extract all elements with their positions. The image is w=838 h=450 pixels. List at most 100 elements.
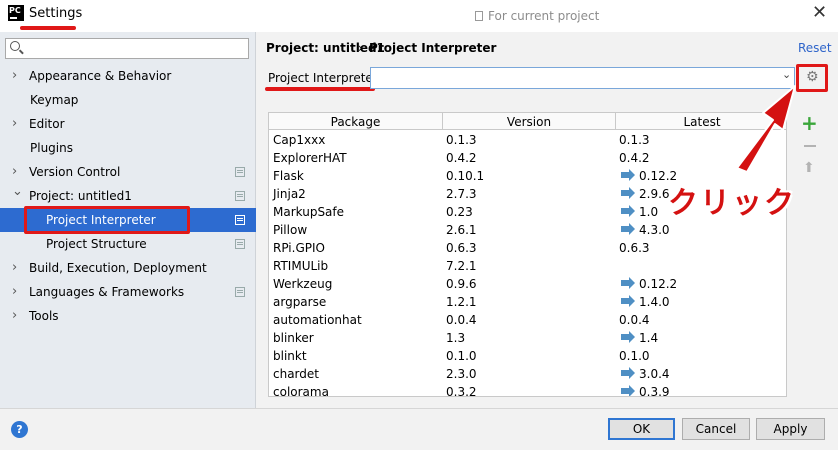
- table-row[interactable]: colorama 0.3.2 0.3.9: [269, 383, 786, 397]
- package-name: Pillow: [273, 223, 308, 237]
- sidebar-item-tools[interactable]: › Tools: [0, 304, 256, 328]
- sidebar-item-label: Languages & Frameworks: [29, 285, 185, 299]
- upgrade-arrow-icon: [621, 295, 635, 307]
- breadcrumb-page: Project Interpreter: [369, 41, 497, 55]
- upgrade-arrow-icon: [621, 277, 635, 289]
- upgrade-arrow-icon: [621, 169, 635, 181]
- cancel-button[interactable]: Cancel: [682, 418, 750, 440]
- annotation-highlight-box: [24, 206, 190, 234]
- table-row[interactable]: argparse 1.2.1 1.4.0: [269, 293, 786, 311]
- ok-button[interactable]: OK: [608, 418, 675, 440]
- table-row[interactable]: Cap1xxx 0.1.3 0.1.3: [269, 131, 786, 149]
- page-icon: [475, 11, 483, 21]
- package-name: Cap1xxx: [273, 133, 326, 147]
- title-highlight-underline: [20, 26, 76, 30]
- chevron-right-icon[interactable]: ›: [12, 256, 17, 280]
- sidebar-item-label: Keymap: [30, 93, 79, 107]
- package-version: 0.3.2: [446, 385, 477, 397]
- upgrade-arrow-icon: [621, 385, 635, 396]
- package-latest: 1.0: [639, 205, 659, 219]
- table-header: Package Version Latest: [269, 113, 786, 130]
- chevron-right-icon[interactable]: ›: [12, 304, 17, 328]
- table-row[interactable]: ExplorerHAT 0.4.2 0.4.2: [269, 149, 786, 167]
- packages-table: Package Version Latest Cap1xxx 0.1.3 0.1…: [268, 112, 787, 397]
- package-name: MarkupSafe: [273, 205, 345, 219]
- package-version: 0.9.6: [446, 277, 477, 291]
- sidebar-item-appearance[interactable]: › Appearance & Behavior: [0, 64, 256, 88]
- package-version: 0.6.3: [446, 241, 477, 255]
- sidebar-item-languages[interactable]: › Languages & Frameworks: [0, 280, 256, 304]
- package-latest: 0.4.2: [619, 151, 650, 165]
- package-version: 0.1.3: [446, 133, 477, 147]
- reset-link[interactable]: Reset: [798, 41, 832, 55]
- annotation-arrow: [736, 85, 796, 173]
- table-row[interactable]: RPi.GPIO 0.6.3 0.6.3: [269, 239, 786, 257]
- breadcrumb-project: Project: untitled1: [266, 41, 385, 55]
- chevron-right-icon[interactable]: ›: [12, 280, 17, 304]
- package-latest: 1.4: [639, 331, 659, 345]
- window-title: Settings: [29, 6, 83, 21]
- package-latest: 0.3.9: [639, 385, 670, 397]
- table-row[interactable]: automationhat 0.0.4 0.0.4: [269, 311, 786, 329]
- label-highlight-underline: [265, 87, 375, 91]
- project-scope-icon: [235, 287, 245, 297]
- package-name: Flask: [273, 169, 304, 183]
- settings-search-input[interactable]: [5, 38, 249, 59]
- package-latest: 4.3.0: [639, 223, 670, 237]
- table-row[interactable]: chardet 2.3.0 3.0.4: [269, 365, 786, 383]
- project-scope-icon: [235, 215, 245, 225]
- remove-package-icon[interactable]: [804, 145, 816, 147]
- sidebar-item-label: Version Control: [29, 165, 121, 179]
- close-icon[interactable]: ✕: [812, 2, 827, 23]
- package-name: argparse: [273, 295, 327, 309]
- upgrade-arrow-icon: [621, 205, 635, 217]
- sidebar-item-label: Project: untitled1: [29, 189, 132, 203]
- upgrade-arrow-icon: [621, 223, 635, 235]
- package-version: 1.2.1: [446, 295, 477, 309]
- apply-button[interactable]: Apply: [756, 418, 825, 440]
- package-name: ExplorerHAT: [273, 151, 347, 165]
- sidebar-item-editor[interactable]: › Editor: [0, 112, 256, 136]
- table-row[interactable]: Pillow 2.6.1 4.3.0: [269, 221, 786, 239]
- package-latest: 1.4.0: [639, 295, 670, 309]
- package-version: 1.3: [446, 331, 466, 345]
- column-header-version[interactable]: Version: [443, 115, 615, 129]
- sidebar-item-label: Editor: [29, 117, 65, 131]
- package-version: 0.0.4: [446, 313, 477, 327]
- title-bar: PC Settings ✕: [0, 0, 838, 32]
- package-name: RTIMULib: [273, 259, 329, 273]
- package-name: RPi.GPIO: [273, 241, 325, 255]
- table-row[interactable]: Werkzeug 0.9.6 0.12.2: [269, 275, 786, 293]
- package-name: Jinja2: [273, 187, 306, 201]
- sidebar-item-label: Build, Execution, Deployment: [29, 261, 207, 275]
- column-header-package[interactable]: Package: [269, 115, 442, 129]
- package-name: automationhat: [273, 313, 362, 327]
- help-icon[interactable]: ?: [11, 421, 28, 438]
- project-scope-icon: [235, 191, 245, 201]
- package-name: chardet: [273, 367, 319, 381]
- sidebar-item-version-control[interactable]: › Version Control: [0, 160, 256, 184]
- package-latest: 0.0.4: [619, 313, 650, 327]
- chevron-down-icon[interactable]: ⌄: [12, 180, 23, 204]
- table-row[interactable]: blinkt 0.1.0 0.1.0: [269, 347, 786, 365]
- annotation-click-label: クリック: [668, 186, 796, 221]
- package-name: blinker: [273, 331, 314, 345]
- package-latest: 0.1.0: [619, 349, 650, 363]
- sidebar-item-build[interactable]: › Build, Execution, Deployment: [0, 256, 256, 280]
- upgrade-arrow-icon: [621, 331, 635, 343]
- package-name: Werkzeug: [273, 277, 333, 291]
- table-row[interactable]: RTIMULib 7.2.1: [269, 257, 786, 275]
- sidebar-item-keymap[interactable]: Keymap: [0, 88, 256, 112]
- package-latest: 0.6.3: [619, 241, 650, 255]
- breadcrumb-hint: For current project: [488, 9, 600, 23]
- chevron-right-icon[interactable]: ›: [12, 112, 17, 136]
- chevron-right-icon[interactable]: ›: [12, 64, 17, 88]
- interpreter-label: Project Interpreter:: [268, 71, 382, 85]
- breadcrumb: Project: untitled1 › Project Interpreter: [257, 32, 838, 62]
- table-row[interactable]: blinker 1.3 1.4: [269, 329, 786, 347]
- sidebar-item-project-structure[interactable]: Project Structure: [0, 232, 256, 256]
- package-version: 2.7.3: [446, 187, 477, 201]
- sidebar-item-project[interactable]: ⌄ Project: untitled1: [0, 184, 256, 208]
- breadcrumb-separator: ›: [358, 41, 363, 55]
- sidebar-item-plugins[interactable]: Plugins: [0, 136, 256, 160]
